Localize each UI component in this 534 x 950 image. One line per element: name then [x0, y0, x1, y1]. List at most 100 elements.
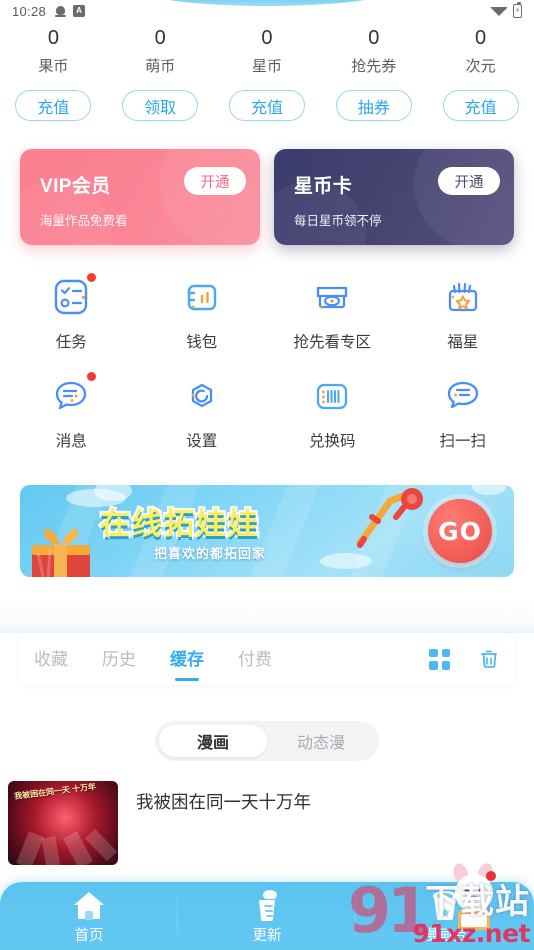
bottom-navigation-bar: 首页 更新 漫画台 [0, 882, 534, 950]
currency-column-fruit-coin: 0 果币 充值 [0, 24, 107, 121]
tab-paid[interactable]: 付费 [238, 645, 272, 673]
tab-favorites[interactable]: 收藏 [34, 645, 68, 673]
banner-subtitle: 把喜欢的都拓回家 [154, 546, 267, 561]
currency-summary-row: 0 果币 充值 0 萌币 领取 0 星币 充值 0 抢先券 抽券 0 次元 充值 [0, 22, 534, 121]
feature-icon-grid: 任务 钱包 抢先看专区 福星 消息 设置 兑换码 扫一扫 [0, 245, 534, 451]
star-card-activate-button[interactable]: 开通 [438, 167, 500, 195]
feature-item-label: 抢先看专区 [293, 334, 371, 351]
grid-view-icon[interactable] [429, 648, 450, 670]
feature-item-wallet[interactable]: 钱包 [137, 275, 268, 352]
claw-machine-icon [356, 488, 423, 548]
redeem-code-barcode-icon [310, 374, 354, 418]
currency-action-button-early-ticket[interactable]: 抽券 [335, 90, 412, 121]
notification-badge-dot [87, 273, 97, 282]
cover-art-decoration [41, 836, 61, 865]
currency-value: 0 [475, 27, 487, 49]
library-tab-list: 收藏 历史 缓存 付费 [34, 645, 272, 673]
nav-item-label: 漫画台 [423, 928, 467, 944]
currency-action-button-moe-coin[interactable]: 领取 [122, 90, 199, 121]
battery-charging-icon: ⚡ [513, 2, 522, 18]
status-bar-system-icons: ⚡ [490, 2, 522, 18]
feature-grid-row-2: 消息 设置 兑换码 扫一扫 [6, 372, 529, 451]
feature-item-label: 扫一扫 [439, 433, 486, 450]
star-coin-card[interactable]: 星币卡 每日星币领不停 开通 [274, 149, 514, 245]
section-divider [0, 603, 534, 633]
feature-item-label: 设置 [186, 433, 218, 450]
currency-action-button-star-coin[interactable]: 充值 [228, 90, 305, 121]
feature-item-task[interactable]: 任务 [6, 273, 137, 352]
currency-label: 果币 [38, 58, 69, 75]
currency-value: 0 [154, 27, 166, 49]
nav-item-home[interactable]: 首页 [0, 882, 178, 945]
feature-grid-row-1: 任务 钱包 抢先看专区 福星 [6, 273, 529, 352]
feature-item-label: 福星 [447, 334, 479, 351]
status-bar-time: 10:28 [12, 3, 47, 19]
message-bubble-icon [49, 372, 97, 418]
segment-comic[interactable]: 漫画 [159, 725, 267, 757]
feature-item-label: 消息 [55, 433, 87, 450]
settings-gear-icon [180, 374, 224, 418]
lucky-star-bag-icon [441, 275, 485, 319]
feature-item-lucky-star[interactable]: 福星 [398, 275, 529, 352]
card-subtitle: 海量作品免费看 [40, 214, 128, 228]
currency-value: 0 [261, 27, 273, 49]
banner-go-button[interactable]: GO [428, 499, 492, 563]
feature-item-settings[interactable]: 设置 [137, 374, 268, 451]
grid-cell-decoration [429, 661, 438, 670]
library-tab-actions [429, 648, 500, 670]
content-type-segmented-control-wrap: 漫画 动态漫 [0, 721, 534, 761]
currency-label: 星币 [251, 58, 282, 75]
feature-item-label: 任务 [55, 334, 87, 351]
task-checklist-icon [49, 273, 97, 319]
vip-membership-card[interactable]: VIP会员 海量作品免费看 开通 [20, 149, 260, 245]
nav-item-update[interactable]: 更新 [178, 882, 356, 945]
currency-value: 0 [47, 27, 59, 49]
nav-item-comic-stage[interactable]: 漫画台 [356, 882, 534, 945]
feature-item-scan[interactable]: 扫一扫 [398, 374, 529, 451]
vip-activate-button[interactable]: 开通 [184, 167, 246, 195]
feature-item-label: 兑换码 [308, 433, 356, 450]
cover-art-decoration [16, 831, 44, 865]
a-badge-icon: A [73, 5, 86, 17]
comic-cover-thumbnail[interactable]: 我被困在同一天 十万年 [8, 781, 118, 865]
cloud-decoration [320, 553, 372, 569]
feature-item-redeem-code[interactable]: 兑换码 [267, 374, 398, 451]
status-bar-notification-icons: A [55, 5, 86, 18]
content-type-segmented-control: 漫画 动态漫 [155, 721, 379, 761]
currency-column-dimension: 0 次元 充值 [427, 24, 534, 121]
grid-cell-decoration [441, 661, 450, 670]
currency-label: 萌币 [145, 58, 176, 75]
feature-item-early-access[interactable]: 抢先看专区 [267, 275, 398, 352]
banner-title: 在线拓娃娃 [98, 505, 260, 544]
home-icon [69, 886, 109, 922]
currency-value: 0 [368, 27, 380, 49]
list-item[interactable]: 我被困在同一天 十万年 我被困在同一天十万年 [8, 781, 526, 865]
wifi-icon [490, 6, 508, 16]
feature-item-message[interactable]: 消息 [6, 372, 137, 451]
currency-action-button-fruit-coin[interactable]: 充值 [15, 90, 92, 121]
tab-cache[interactable]: 缓存 [170, 645, 204, 673]
trash-delete-icon[interactable] [478, 648, 500, 670]
early-access-eye-icon [310, 275, 354, 319]
card-subtitle: 每日星币领不停 [294, 214, 382, 228]
currency-column-star-coin: 0 星币 充值 [214, 24, 321, 121]
currency-column-moe-coin: 0 萌币 领取 [107, 24, 214, 121]
app-screen: 10:28 A ⚡ 0 果币 充值 0 萌币 领取 0 星币 充值 0 抢先券 … [0, 0, 534, 950]
scan-qr-icon [441, 374, 485, 418]
nav-item-label: 更新 [252, 928, 282, 944]
currency-label: 抢先券 [351, 58, 397, 75]
comic-title: 我被困在同一天十万年 [136, 792, 311, 812]
wallet-icon [180, 275, 224, 319]
cached-comic-list: 我被困在同一天 十万年 我被困在同一天十万年 [0, 781, 534, 865]
cover-title-overlay: 我被困在同一天 十万年 [13, 782, 97, 801]
claw-machine-promo-banner[interactable]: 在线拓娃娃 把喜欢的都拓回家 GO [20, 485, 514, 577]
update-icon [247, 886, 287, 922]
notification-badge-dot [87, 372, 97, 381]
segment-motion-comic[interactable]: 动态漫 [267, 725, 375, 757]
status-bar: 10:28 A ⚡ [0, 0, 534, 22]
bell-icon [55, 5, 67, 18]
tab-history[interactable]: 历史 [102, 645, 136, 673]
library-tab-bar: 收藏 历史 缓存 付费 [20, 633, 514, 685]
grid-cell-decoration [429, 648, 438, 657]
currency-action-button-dimension[interactable]: 充值 [442, 90, 519, 121]
